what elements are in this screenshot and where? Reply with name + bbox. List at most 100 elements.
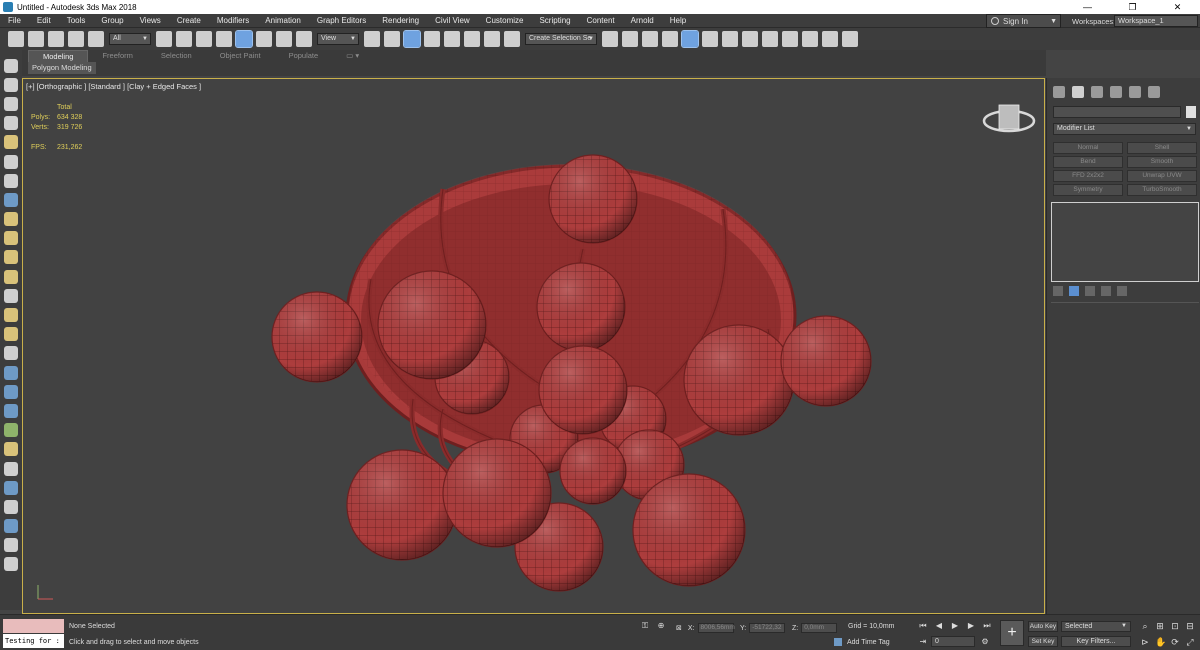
- tree-icon[interactable]: [4, 423, 18, 438]
- polygon-modeling-panel[interactable]: Polygon Modeling: [28, 62, 96, 74]
- menu-tools[interactable]: Tools: [59, 16, 94, 25]
- select-manipulate-icon[interactable]: [384, 31, 400, 47]
- zoom-all-icon[interactable]: ⊞: [1155, 621, 1165, 631]
- select-and-rotate-icon[interactable]: [256, 31, 272, 47]
- select-and-place-icon[interactable]: [296, 31, 312, 47]
- workspace-select[interactable]: Workspace_1: [1114, 15, 1198, 27]
- remove-modifier-icon[interactable]: [1101, 286, 1111, 296]
- modifier-unwrap-uvw-button[interactable]: Unwrap UVW: [1127, 170, 1197, 182]
- zoom-extents-all-icon[interactable]: ⊟: [1185, 621, 1195, 631]
- selection-filter-dropdown[interactable]: All ▼: [109, 33, 151, 45]
- select-by-name-icon[interactable]: [176, 31, 192, 47]
- menu-content[interactable]: Content: [579, 16, 623, 25]
- bind-space-warp-icon[interactable]: [88, 31, 104, 47]
- menu-group[interactable]: Group: [93, 16, 131, 25]
- batch-render-icon[interactable]: [4, 538, 18, 553]
- isolate-selection-icon[interactable]: ⚿: [640, 621, 650, 631]
- rendered-frame-window-icon[interactable]: [782, 31, 798, 47]
- time-config-icon[interactable]: ⚙: [980, 637, 990, 647]
- camera-icon[interactable]: [4, 154, 18, 169]
- modifier-turbosmooth-button[interactable]: TurboSmooth: [1127, 184, 1197, 196]
- select-object-icon[interactable]: [156, 31, 172, 47]
- current-frame-field[interactable]: 0: [931, 636, 975, 647]
- selection-lock-icon[interactable]: ⊕: [656, 621, 666, 631]
- tab-freeform[interactable]: Freeform: [88, 50, 146, 62]
- modifier-bend-button[interactable]: Bend: [1053, 156, 1123, 168]
- foliage-icon[interactable]: [4, 442, 18, 457]
- select-and-move-icon[interactable]: [235, 30, 253, 48]
- add-time-tag[interactable]: Add Time Tag: [834, 638, 890, 646]
- terrain-icon[interactable]: [4, 461, 18, 476]
- ribbon-toggle-icon[interactable]: [681, 30, 699, 48]
- snaps-toggle-icon[interactable]: [424, 31, 440, 47]
- set-key-button[interactable]: Set Key: [1028, 636, 1058, 647]
- dynamics-icon[interactable]: [4, 365, 18, 380]
- key-filters-button[interactable]: Key Filters...: [1061, 636, 1131, 647]
- maximize-viewport-icon[interactable]: ⤢: [1185, 637, 1195, 647]
- menu-scripting[interactable]: Scripting: [531, 16, 578, 25]
- schematic-view-icon[interactable]: [722, 31, 738, 47]
- tab-selection[interactable]: Selection: [147, 50, 206, 62]
- link-icon[interactable]: [48, 31, 64, 47]
- make-unique-icon[interactable]: [1085, 286, 1095, 296]
- field-of-view-icon[interactable]: ⊳: [1140, 637, 1150, 647]
- menu-modifiers[interactable]: Modifiers: [209, 16, 257, 25]
- cone-icon[interactable]: [4, 288, 18, 303]
- redo-icon[interactable]: [28, 31, 44, 47]
- set-keys-button[interactable]: +: [1000, 620, 1024, 646]
- water-sphere-icon[interactable]: [4, 480, 18, 495]
- object-color-swatch[interactable]: [1186, 106, 1196, 118]
- pivot-center-icon[interactable]: [364, 31, 380, 47]
- globe-icon[interactable]: [4, 403, 18, 418]
- modifier-stack[interactable]: [1051, 202, 1199, 282]
- previous-frame-icon[interactable]: ◀: [934, 621, 944, 631]
- viewcube[interactable]: [982, 104, 1036, 133]
- zoom-icon[interactable]: ⌕: [1140, 621, 1150, 631]
- help-circle-icon[interactable]: [4, 557, 18, 572]
- x-coordinate-field[interactable]: 8006,56mm: [697, 623, 735, 633]
- polygon-model-scene[interactable]: [23, 79, 1045, 614]
- render-production-icon[interactable]: [802, 31, 818, 47]
- modifier-normal-button[interactable]: Normal: [1053, 142, 1123, 154]
- viewport-layout-icon[interactable]: [4, 58, 18, 73]
- torus-icon[interactable]: [4, 327, 18, 342]
- menu-create[interactable]: Create: [169, 16, 209, 25]
- modifier-shell-button[interactable]: Shell: [1127, 142, 1197, 154]
- show-end-result-icon[interactable]: [1069, 286, 1079, 296]
- z-coordinate-field[interactable]: 0,0mm: [801, 623, 838, 633]
- modifier-ffd-button[interactable]: FFD 2x2x2: [1053, 170, 1123, 182]
- select-and-scale-icon[interactable]: [276, 31, 292, 47]
- go-to-end-icon[interactable]: ⏭: [982, 621, 992, 631]
- zoom-extents-icon[interactable]: ⊡: [1170, 621, 1180, 631]
- biped-icon[interactable]: [4, 384, 18, 399]
- percent-snap-icon[interactable]: [464, 31, 480, 47]
- create-box-icon[interactable]: [4, 77, 18, 92]
- sphere-icon[interactable]: [4, 250, 18, 265]
- light-icon[interactable]: [4, 135, 18, 150]
- render-in-cloud-icon[interactable]: [822, 31, 838, 47]
- material-editor-icon[interactable]: [742, 31, 758, 47]
- helper-icon[interactable]: [4, 173, 18, 188]
- menu-arnold[interactable]: Arnold: [623, 16, 662, 25]
- absolute-mode-icon[interactable]: ⊠: [676, 624, 682, 632]
- sign-in-dropdown[interactable]: Sign In ▼: [986, 14, 1061, 28]
- configure-sets-icon[interactable]: [1117, 286, 1127, 296]
- pin-stack-icon[interactable]: [1053, 286, 1063, 296]
- object-name-input[interactable]: [1053, 106, 1181, 118]
- maxscript-listener-output[interactable]: [3, 619, 64, 633]
- plane-icon[interactable]: [4, 212, 18, 227]
- layer-explorer-icon[interactable]: [662, 31, 678, 47]
- create-tab-icon[interactable]: [1053, 86, 1065, 98]
- named-selection-dropdown[interactable]: Create Selection Se ▼: [525, 33, 597, 45]
- orbit-icon[interactable]: ⟳: [1170, 637, 1180, 647]
- play-icon[interactable]: ▶: [950, 621, 960, 631]
- sun-icon[interactable]: [4, 308, 18, 323]
- reference-coordinate-dropdown[interactable]: View ▼: [317, 33, 359, 45]
- modify-tab-icon[interactable]: [1072, 86, 1084, 98]
- curve-editor-icon[interactable]: [702, 31, 718, 47]
- pan-view-icon[interactable]: ✋: [1155, 637, 1166, 647]
- menu-civil-view[interactable]: Civil View: [427, 16, 478, 25]
- angle-snap-icon[interactable]: [444, 31, 460, 47]
- next-frame-icon[interactable]: ▶: [966, 621, 976, 631]
- window-crossing-icon[interactable]: [216, 31, 232, 47]
